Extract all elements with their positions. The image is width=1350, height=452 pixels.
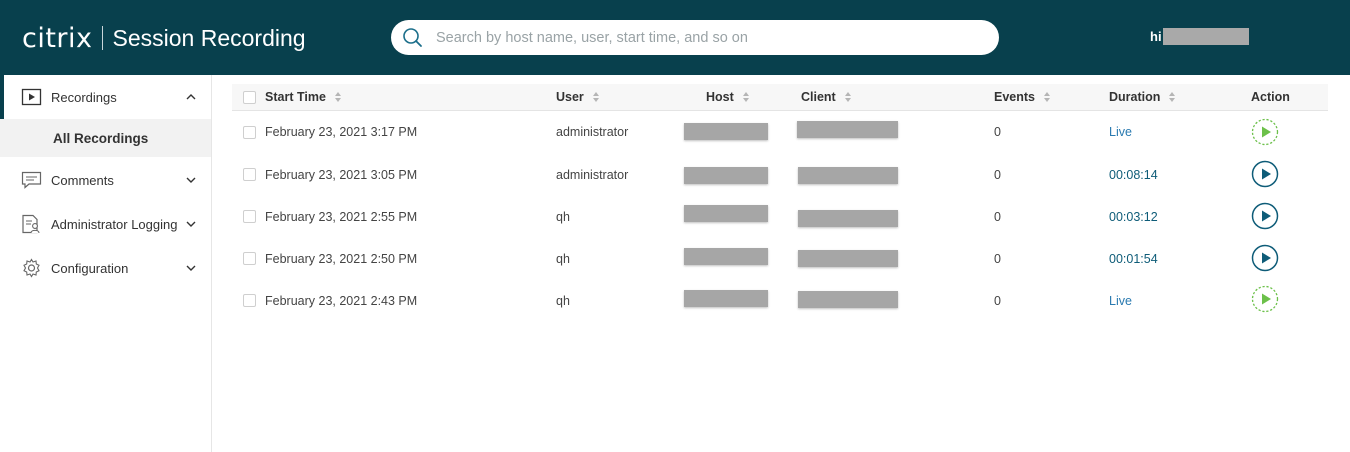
sidebar-item-comments[interactable]: Comments	[0, 158, 211, 202]
chevron-down-icon[interactable]	[186, 264, 196, 272]
sort-icon[interactable]	[592, 91, 600, 103]
column-header-duration[interactable]: Duration	[1109, 90, 1176, 104]
play-icon[interactable]	[1251, 202, 1279, 230]
column-label: Events	[994, 90, 1035, 104]
column-header-start-time[interactable]: Start Time	[265, 90, 342, 104]
active-indicator	[0, 75, 4, 119]
redacted-host	[684, 290, 768, 307]
user-cell: qh	[556, 294, 570, 308]
redacted-host	[684, 205, 768, 222]
table-row[interactable]: February 23, 2021 2:43 PM qh 0 Live	[232, 279, 1328, 321]
product-title: Session Recording	[112, 24, 306, 51]
sidebar-item-label: Recordings	[51, 89, 117, 105]
redacted-client	[798, 167, 898, 184]
top-bar: citrix Session Recording hi	[0, 0, 1350, 75]
redacted-host	[684, 123, 768, 140]
redacted-host	[684, 167, 768, 184]
select-all-checkbox[interactable]	[243, 91, 256, 104]
sidebar-item-label: Administrator Logging	[51, 216, 178, 232]
sort-icon[interactable]	[844, 91, 852, 103]
brand-divider	[101, 26, 103, 50]
sort-icon[interactable]	[1168, 91, 1176, 103]
sidebar-subitem-all-recordings[interactable]: All Recordings	[0, 119, 211, 157]
events-cell: 0	[994, 294, 1001, 308]
chevron-down-icon[interactable]	[186, 176, 196, 184]
table-row[interactable]: February 23, 2021 2:50 PM qh 0 00:01:54	[232, 237, 1328, 279]
play-live-icon[interactable]	[1251, 118, 1279, 146]
search-box[interactable]	[391, 20, 999, 55]
chevron-up-icon[interactable]	[186, 93, 196, 101]
sidebar-item-administrator-logging[interactable]: Administrator Logging	[0, 202, 211, 246]
search-input[interactable]	[436, 26, 936, 49]
redacted-username	[1162, 28, 1249, 45]
admin-log-icon	[22, 214, 40, 234]
events-cell: 0	[994, 210, 1001, 224]
row-checkbox[interactable]	[243, 126, 256, 139]
user-cell: administrator	[556, 168, 629, 182]
user-cell: qh	[556, 252, 570, 266]
duration-cell: Live	[1109, 294, 1132, 308]
column-label: Start Time	[265, 90, 326, 104]
play-icon[interactable]	[1251, 244, 1279, 272]
play-icon[interactable]	[1251, 160, 1279, 188]
sort-icon[interactable]	[1043, 91, 1051, 103]
column-header-action: Action	[1251, 90, 1290, 104]
play-box-icon	[21, 88, 42, 106]
redacted-client	[798, 291, 898, 308]
citrix-logo: citrix	[22, 22, 93, 54]
row-checkbox[interactable]	[243, 294, 256, 307]
table-row[interactable]: February 23, 2021 3:05 PM administrator …	[232, 153, 1328, 195]
duration-cell: Live	[1109, 125, 1132, 139]
start-time-cell: February 23, 2021 2:55 PM	[265, 210, 418, 224]
table-row[interactable]: February 23, 2021 3:17 PM administrator …	[232, 111, 1328, 153]
brand: citrix Session Recording	[22, 20, 306, 56]
search-icon[interactable]	[402, 27, 423, 48]
gear-icon	[23, 258, 40, 278]
row-checkbox[interactable]	[243, 168, 256, 181]
column-header-client[interactable]: Client	[801, 90, 852, 104]
column-header-events[interactable]: Events	[994, 90, 1051, 104]
redacted-host	[684, 248, 768, 265]
column-label: Duration	[1109, 90, 1161, 104]
duration-cell: 00:03:12	[1109, 210, 1158, 224]
sidebar-subitem-label: All Recordings	[53, 130, 149, 146]
column-label: Client	[801, 90, 836, 104]
user-menu[interactable]: hi	[1150, 28, 1249, 45]
start-time-cell: February 23, 2021 2:50 PM	[265, 252, 418, 266]
start-time-cell: February 23, 2021 2:43 PM	[265, 294, 418, 308]
start-time-cell: February 23, 2021 3:17 PM	[265, 125, 418, 139]
redacted-client	[797, 121, 898, 138]
start-time-cell: February 23, 2021 3:05 PM	[265, 168, 418, 182]
redacted-client	[798, 250, 898, 267]
sidebar-item-recordings[interactable]: Recordings	[0, 75, 211, 119]
row-checkbox[interactable]	[243, 210, 256, 223]
events-cell: 0	[994, 252, 1001, 266]
sidebar: Recordings All Recordings Comments Admin…	[0, 75, 212, 452]
events-cell: 0	[994, 168, 1001, 182]
redacted-client	[798, 210, 898, 227]
row-checkbox[interactable]	[243, 252, 256, 265]
user-greeting: hi	[1150, 29, 1162, 44]
column-label: User	[556, 90, 584, 104]
sort-icon[interactable]	[742, 91, 750, 103]
sort-icon[interactable]	[334, 91, 342, 103]
sidebar-item-configuration[interactable]: Configuration	[0, 246, 211, 290]
user-cell: qh	[556, 210, 570, 224]
column-label: Action	[1251, 90, 1290, 104]
comment-icon	[21, 171, 42, 189]
sidebar-item-label: Configuration	[51, 260, 129, 276]
events-cell: 0	[994, 125, 1001, 139]
column-header-user[interactable]: User	[556, 90, 600, 104]
column-label: Host	[706, 90, 734, 104]
duration-cell: 00:08:14	[1109, 168, 1158, 182]
table-row[interactable]: February 23, 2021 2:55 PM qh 0 00:03:12	[232, 195, 1328, 237]
sidebar-item-label: Comments	[51, 172, 114, 188]
column-header-host[interactable]: Host	[706, 90, 750, 104]
duration-cell: 00:01:54	[1109, 252, 1158, 266]
user-cell: administrator	[556, 125, 629, 139]
play-live-icon[interactable]	[1251, 285, 1279, 313]
table-header: Start Time User Host Client Events Durat…	[232, 84, 1328, 111]
chevron-down-icon[interactable]	[186, 220, 196, 228]
